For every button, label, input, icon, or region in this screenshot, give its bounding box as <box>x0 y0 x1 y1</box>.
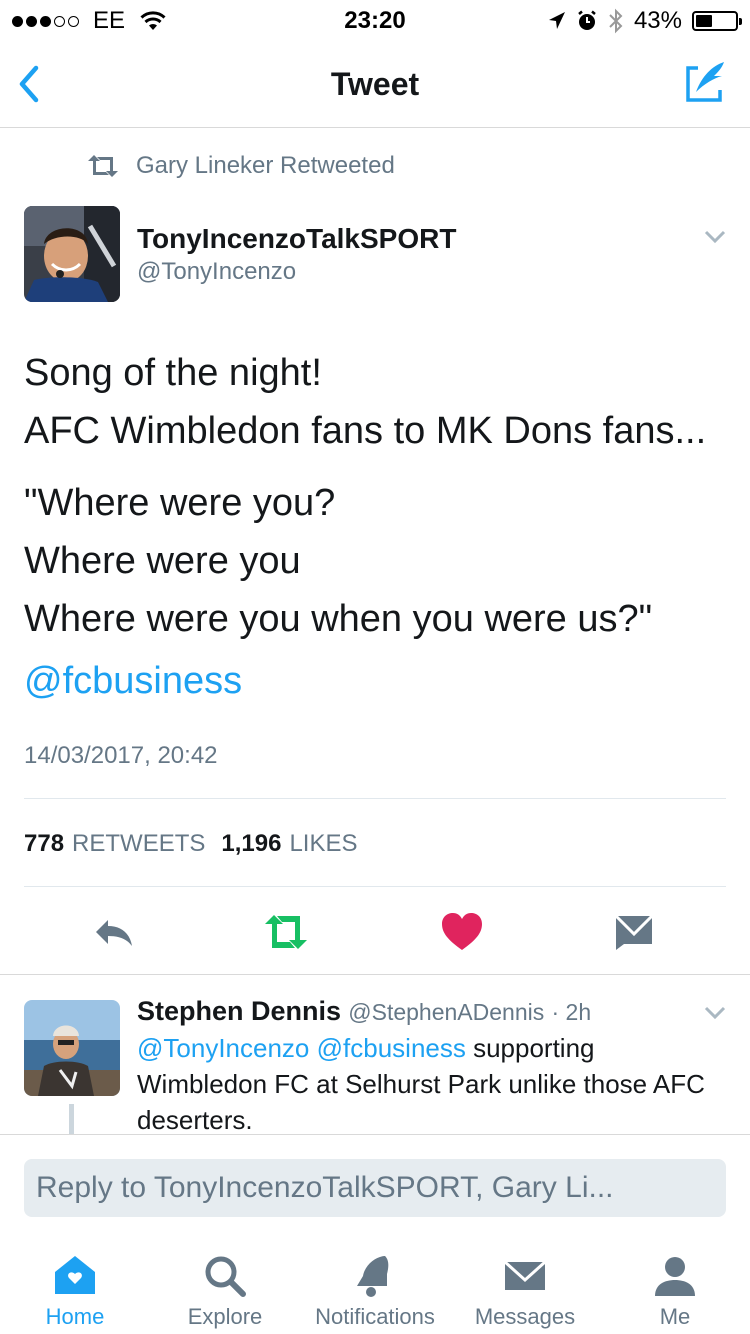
tab-bar: Home Explore Notifications Messages Me <box>0 1244 750 1334</box>
tweet-timestamp: 14/03/2017, 20:42 <box>24 742 218 769</box>
tweet-line: Where were you <box>24 540 301 582</box>
tweet-line: Where were you when you were us?" <box>24 598 653 640</box>
status-right: 43% <box>548 7 742 35</box>
reply-composer-bar: Reply to TonyIncenzoTalkSPORT, Gary Li..… <box>0 1134 750 1234</box>
retweets-label: RETWEETS <box>72 830 206 857</box>
nav-bar: Tweet <box>0 40 750 128</box>
likes-count: 1,196 <box>221 830 282 857</box>
reply-input[interactable]: Reply to TonyIncenzoTalkSPORT, Gary Li..… <box>24 1159 726 1217</box>
author-handle[interactable]: @TonyIncenzo <box>137 258 296 286</box>
author-name[interactable]: TonyIncenzoTalkSPORT <box>137 223 456 255</box>
divider <box>0 974 750 975</box>
battery-icon <box>692 11 742 31</box>
author-avatar[interactable] <box>24 206 120 302</box>
reply-icon[interactable] <box>92 912 136 952</box>
tweet-actions <box>0 900 750 964</box>
tweet-mention-link[interactable]: @fcbusiness <box>24 660 242 703</box>
tweet-line: AFC Wimbledon fans to MK Dons fans... <box>24 410 707 452</box>
retweet-context-label: Gary Lineker Retweeted <box>136 152 395 179</box>
retweet-button-icon[interactable] <box>262 912 310 952</box>
tab-label: Notifications <box>315 1304 435 1329</box>
divider <box>24 798 726 799</box>
reply-time: · 2h <box>551 999 592 1025</box>
tweet-text: Song of the night! AFC Wimbledon fans to… <box>24 344 726 662</box>
bluetooth-icon <box>609 8 623 34</box>
tweet-line: "Where were you? <box>24 482 336 524</box>
reply-text: @TonyIncenzo @fcbusiness supporting Wimb… <box>137 1030 727 1138</box>
battery-percent: 43% <box>633 7 682 34</box>
tweet-paragraph-1: Song of the night! AFC Wimbledon fans to… <box>24 344 726 460</box>
retweets-stat[interactable]: 778 RETWEETS <box>24 830 205 858</box>
compose-tweet-icon[interactable] <box>684 58 728 104</box>
bell-icon <box>357 1256 389 1297</box>
likes-label: LIKES <box>289 830 358 857</box>
home-icon <box>55 1256 95 1294</box>
tweet-stats: 778 RETWEETS 1,196 LIKES <box>24 830 358 858</box>
tab-messages[interactable]: Messages <box>450 1252 600 1330</box>
direct-message-icon[interactable] <box>612 912 656 952</box>
person-icon <box>655 1257 695 1296</box>
heart-icon[interactable] <box>440 912 484 952</box>
retweet-icon <box>88 155 118 177</box>
chevron-down-icon[interactable] <box>704 230 726 244</box>
reply-avatar[interactable] <box>24 1000 120 1096</box>
tweet-paragraph-2: "Where were you? Where were you Where we… <box>24 474 726 648</box>
reply-author-name[interactable]: Stephen Dennis <box>137 996 341 1026</box>
tab-explore[interactable]: Explore <box>150 1252 300 1330</box>
reply-avatar-image <box>24 1000 120 1096</box>
status-bar: EE 23:20 43% <box>0 0 750 40</box>
retweet-context: Gary Lineker Retweeted <box>86 152 395 180</box>
alarm-clock-icon <box>578 10 596 30</box>
reply-mention-link[interactable]: @TonyIncenzo <box>137 1033 309 1063</box>
tab-me[interactable]: Me <box>600 1252 750 1330</box>
reply-header: Stephen Dennis @StephenADennis · 2h <box>137 996 591 1027</box>
location-arrow-icon <box>548 12 565 29</box>
tab-label: Me <box>659 1304 691 1329</box>
search-icon <box>205 1256 246 1297</box>
thread-connector-line <box>69 1104 74 1134</box>
retweets-count: 778 <box>24 830 65 857</box>
tweet-line: Song of the night! <box>24 352 322 394</box>
author-avatar-image <box>24 206 120 302</box>
tab-label: Explore <box>187 1304 263 1329</box>
page-title: Tweet <box>330 66 420 102</box>
tab-label: Home <box>45 1304 105 1329</box>
tab-home[interactable]: Home <box>0 1252 150 1330</box>
tab-label: Messages <box>474 1304 576 1329</box>
reply-mention-link[interactable]: @fcbusiness <box>317 1033 466 1063</box>
chevron-down-icon[interactable] <box>704 1006 726 1020</box>
divider <box>24 886 726 887</box>
likes-stat[interactable]: 1,196 LIKES <box>221 830 357 858</box>
reply-author-handle[interactable]: @StephenADennis <box>348 999 544 1025</box>
envelope-icon <box>503 1260 547 1290</box>
battery-level <box>696 15 713 27</box>
tab-notifications[interactable]: Notifications <box>300 1252 450 1330</box>
